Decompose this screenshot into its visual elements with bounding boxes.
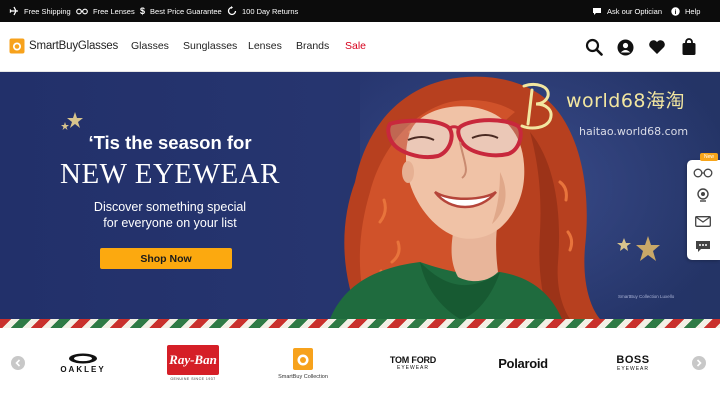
heart-icon[interactable] <box>647 37 667 57</box>
nav-lenses[interactable]: Lenses <box>248 40 282 52</box>
perk-label: Free Shipping <box>24 6 71 16</box>
festive-ribbon <box>0 319 720 328</box>
perk-best-price[interactable]: $ Best Price Guarantee <box>140 0 222 22</box>
brand-carousel: OAKLEY Ray-Ban GENUINE SINCE 1937 SmartB… <box>0 328 720 404</box>
ask-optician-link[interactable]: Ask our Optician <box>592 0 662 22</box>
watermark: world68海淘 haitao.world68.com <box>514 80 720 138</box>
site-header: SmartBuyGlasses Glasses Sunglasses Lense… <box>0 22 720 72</box>
help-label: Help <box>685 6 701 16</box>
hero-banner[interactable]: ‘Tis the season for NEW EYEWEAR Discover… <box>0 72 720 319</box>
brand-label: Ray-Ban <box>167 345 219 375</box>
brand-label: SmartBuy Collection <box>278 373 328 380</box>
carousel-prev-button[interactable] <box>11 356 25 370</box>
watermark-url: haitao.world68.com <box>579 125 689 138</box>
brand-label: BOSS <box>616 354 650 366</box>
svg-text:i: i <box>675 9 677 16</box>
side-toolbar <box>687 160 720 260</box>
star-decoration-icon <box>61 112 83 130</box>
plane-icon <box>9 6 18 16</box>
perk-returns[interactable]: 100 Day Returns <box>227 0 298 22</box>
account-icon[interactable] <box>615 37 635 57</box>
nav-brands[interactable]: Brands <box>296 40 329 52</box>
brand-tom-ford[interactable]: TOM FORD EYEWEAR <box>382 350 444 376</box>
star-decoration-icon <box>617 236 660 261</box>
brand-boss[interactable]: BOSS EYEWEAR <box>602 350 664 376</box>
hero-subtitle-line1: Discover something special <box>93 200 247 214</box>
chat-icon[interactable] <box>693 238 713 254</box>
perk-label: Best Price Guarantee <box>150 6 222 16</box>
site-logo[interactable]: SmartBuyGlasses <box>9 37 118 55</box>
glasses-icon <box>76 8 88 15</box>
carousel-next-button[interactable] <box>692 356 706 370</box>
brand-oakley[interactable]: OAKLEY <box>52 350 114 376</box>
hero-subtitle-line2: for everyone on your list <box>103 216 237 230</box>
watermark-logo-icon <box>520 82 553 130</box>
email-icon[interactable] <box>693 213 713 229</box>
return-icon <box>227 6 237 16</box>
watermark-brand: world68海淘 <box>566 90 685 112</box>
benefits-bar: Free Shipping Free Lenses $ Best Price G… <box>0 0 720 22</box>
chevron-right-icon <box>696 359 702 367</box>
chevron-left-icon <box>15 359 21 367</box>
nav-sunglasses[interactable]: Sunglasses <box>183 40 237 52</box>
brand-label: OAKLEY <box>60 364 106 374</box>
brand-rayban[interactable]: Ray-Ban GENUINE SINCE 1937 <box>162 342 224 384</box>
nav-sale[interactable]: Sale <box>345 40 366 52</box>
perk-label: Free Lenses <box>93 6 135 16</box>
search-icon[interactable] <box>584 37 604 57</box>
perk-label: 100 Day Returns <box>242 6 299 16</box>
hero-title-line1: ‘Tis the season for <box>88 132 252 153</box>
bag-icon[interactable] <box>679 37 699 57</box>
shop-now-button[interactable]: Shop Now <box>100 248 232 269</box>
oakley-logo-icon <box>69 353 97 363</box>
ask-optician-label: Ask our Optician <box>607 6 663 16</box>
webcam-icon[interactable] <box>693 187 713 203</box>
nav-glasses[interactable]: Glasses <box>131 40 169 52</box>
logo-glasses-icon <box>9 38 25 54</box>
brand-tagline: GENUINE SINCE 1937 <box>170 377 216 381</box>
help-icon: i <box>671 6 680 16</box>
logo-text: SmartBuyGlasses <box>29 40 119 52</box>
perk-free-shipping[interactable]: Free Shipping <box>9 0 71 22</box>
brand-smartbuy-collection[interactable]: SmartBuy Collection <box>272 342 334 384</box>
brand-polaroid[interactable]: Polaroid <box>492 350 554 376</box>
chat-bubble-icon <box>593 7 601 15</box>
hero-title-line2: NEW EYEWEAR <box>60 158 280 190</box>
photo-credit: SmartBuy Collection Luxello <box>618 294 675 299</box>
brand-label: Polaroid <box>498 355 548 371</box>
smartbuy-logo-icon <box>293 347 313 370</box>
dollar-icon: $ <box>140 6 146 16</box>
perk-free-lenses[interactable]: Free Lenses <box>76 0 135 22</box>
help-link[interactable]: i Help <box>671 0 700 22</box>
glasses-try-on-icon[interactable] <box>693 165 713 181</box>
brand-label: TOM FORD <box>389 355 437 365</box>
brand-sub: EYEWEAR <box>396 365 429 371</box>
brand-sub: EYEWEAR <box>616 366 649 372</box>
new-badge: New <box>700 153 718 161</box>
